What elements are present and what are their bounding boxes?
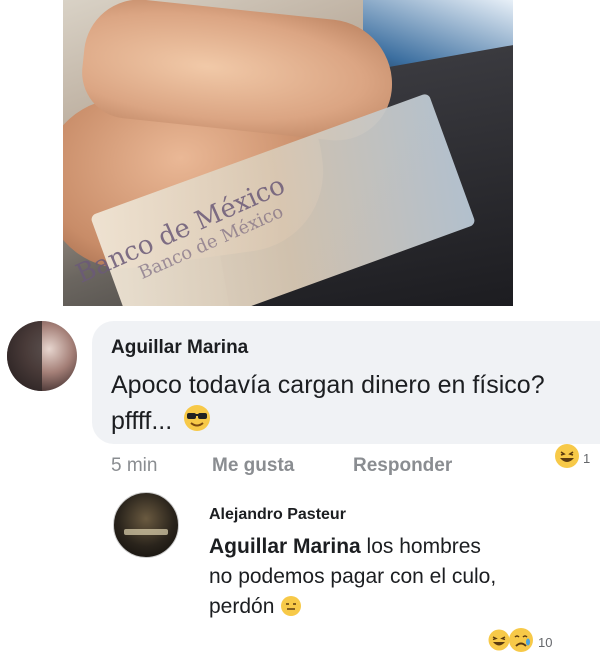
reply-text: Aguillar Marina los hombres no podemos p… [209,532,509,622]
sweat-smile-icon [280,595,302,617]
comment-text: Apoco todavía cargan dinero en físico? p… [111,368,551,439]
reaction-count: 10 [538,635,553,650]
reply-avatar[interactable] [113,492,179,558]
post-photo[interactable]: Banco de México Banco de México [63,0,513,306]
laughing-face-icon [553,442,581,475]
comment-body: Apoco todavía cargan dinero en físico? p… [111,371,545,435]
reply-author[interactable]: Alejandro Pasteur [209,506,346,524]
crying-face-icon [507,626,535,659]
reaction-count: 1 [583,451,591,466]
reply-reaction-summary[interactable]: 10 [487,626,552,659]
like-button[interactable]: Me gusta [212,455,294,477]
mention-link[interactable]: Aguillar Marina [209,535,361,558]
comment-author[interactable]: Aguillar Marina [111,337,248,359]
reaction-summary[interactable]: 1 [553,442,590,475]
reply-button[interactable]: Responder [353,455,452,477]
avatar[interactable] [7,321,77,391]
sunglasses-face-icon [182,403,212,433]
comment-time: 5 min [111,455,158,476]
